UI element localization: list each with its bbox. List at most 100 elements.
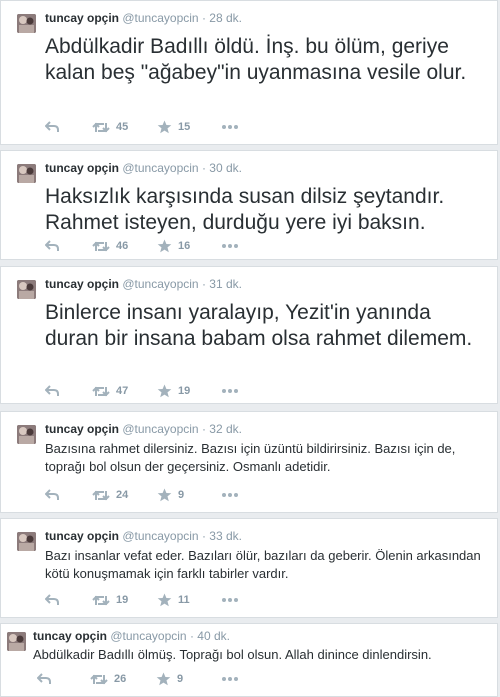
favorite-button[interactable]: 19 xyxy=(157,383,190,399)
user-handle[interactable]: @tuncayopcin xyxy=(122,277,198,291)
user-name[interactable]: tuncay opçin xyxy=(45,529,119,543)
more-button[interactable] xyxy=(222,592,238,608)
tweet[interactable]: tuncay opçin @tuncayopcin · 31 dk. Binle… xyxy=(0,266,498,404)
reply-icon xyxy=(45,240,59,251)
user-name[interactable]: tuncay opçin xyxy=(45,422,119,436)
tweet-text: Abdülkadir Badıllı ölmüş. Toprağı bol ol… xyxy=(33,647,432,662)
tweet-header: tuncay opçin @tuncayopcin · 28 dk. xyxy=(45,11,242,26)
retweet-button[interactable]: 26 xyxy=(90,671,126,687)
retweet-count: 26 xyxy=(114,673,127,685)
timestamp[interactable]: 40 dk. xyxy=(197,629,230,643)
favorite-count: 9 xyxy=(177,673,184,685)
reply-icon xyxy=(37,673,51,684)
more-button[interactable] xyxy=(222,119,238,135)
retweet-icon xyxy=(92,595,110,605)
favorite-button[interactable]: 11 xyxy=(157,592,190,608)
user-name[interactable]: tuncay opçin xyxy=(45,277,119,291)
retweet-button[interactable]: 47 xyxy=(92,383,128,399)
timestamp[interactable]: 28 dk. xyxy=(209,11,242,25)
tweet-actions: 24 9 xyxy=(1,487,497,503)
retweet-icon xyxy=(92,490,110,500)
reply-button[interactable] xyxy=(37,671,51,687)
retweet-button[interactable]: 45 xyxy=(92,119,128,135)
user-name[interactable]: tuncay opçin xyxy=(33,629,107,643)
favorite-button[interactable]: 9 xyxy=(157,487,184,503)
avatar[interactable] xyxy=(7,632,26,651)
tweet[interactable]: tuncay opçin @tuncayopcin · 40 dk. Abdül… xyxy=(0,623,498,697)
user-name[interactable]: tuncay opçin xyxy=(45,161,119,175)
avatar[interactable] xyxy=(17,164,36,183)
reply-button[interactable] xyxy=(45,238,59,254)
avatar[interactable] xyxy=(17,14,36,33)
retweet-button[interactable]: 19 xyxy=(92,592,128,608)
favorite-button[interactable]: 9 xyxy=(156,671,183,687)
retweet-count: 47 xyxy=(116,385,129,397)
retweet-icon xyxy=(90,674,108,684)
tweet-text: Haksızlık karşısında susan dilsiz şeytan… xyxy=(45,185,445,234)
favorite-button[interactable]: 16 xyxy=(157,238,190,254)
tweet-actions: 26 9 xyxy=(1,671,497,687)
reply-button[interactable] xyxy=(45,119,59,135)
retweet-count: 24 xyxy=(116,489,129,501)
tweet-header: tuncay opçin @tuncayopcin · 32 dk. xyxy=(45,422,242,437)
tweet[interactable]: tuncay opçin @tuncayopcin · 28 dk. Abdül… xyxy=(0,0,498,145)
avatar[interactable] xyxy=(17,425,36,444)
timestamp[interactable]: 32 dk. xyxy=(209,422,242,436)
retweet-button[interactable]: 24 xyxy=(92,487,128,503)
user-handle[interactable]: @tuncayopcin xyxy=(122,11,198,25)
reply-icon xyxy=(45,489,59,500)
favorite-count: 15 xyxy=(178,121,191,133)
tweet[interactable]: tuncay opçin @tuncayopcin · 33 dk. Bazı … xyxy=(0,518,498,618)
star-icon xyxy=(157,384,172,398)
more-dots-icon xyxy=(222,389,238,393)
avatar[interactable] xyxy=(17,532,36,551)
favorite-count: 19 xyxy=(178,385,191,397)
favorite-button[interactable]: 15 xyxy=(157,119,190,135)
retweet-count: 45 xyxy=(116,121,129,133)
favorite-count: 9 xyxy=(178,489,185,501)
star-icon xyxy=(157,488,172,502)
tweet-actions: 46 16 xyxy=(1,238,497,254)
tweet-actions: 47 19 xyxy=(1,383,497,399)
retweet-icon xyxy=(92,122,110,132)
separator: · xyxy=(201,277,206,291)
user-handle[interactable]: @tuncayopcin xyxy=(122,161,198,175)
favorite-count: 16 xyxy=(178,240,191,252)
tweet-feed: tuncay opçin @tuncayopcin · 28 dk. Abdül… xyxy=(0,0,500,697)
reply-button[interactable] xyxy=(45,592,59,608)
more-button[interactable] xyxy=(222,487,238,503)
star-icon xyxy=(157,120,172,134)
timestamp[interactable]: 31 dk. xyxy=(209,277,242,291)
timestamp[interactable]: 33 dk. xyxy=(209,529,242,543)
tweet-header: tuncay opçin @tuncayopcin · 31 dk. xyxy=(45,277,242,292)
star-icon xyxy=(157,239,172,253)
tweet-text: Bazı insanlar vefat eder. Bazıları ölür,… xyxy=(45,548,481,581)
more-button[interactable] xyxy=(222,671,238,687)
tweet-text: Binlerce insanı yaralayıp, Yezit'in yanı… xyxy=(45,301,473,350)
reply-button[interactable] xyxy=(45,487,59,503)
tweet[interactable]: tuncay opçin @tuncayopcin · 32 dk. Bazıs… xyxy=(0,411,498,513)
retweet-button[interactable]: 46 xyxy=(92,238,128,254)
reply-button[interactable] xyxy=(45,383,59,399)
tweet-text: Bazısına rahmet dilersiniz. Bazısı için … xyxy=(45,441,456,474)
user-name[interactable]: tuncay opçin xyxy=(45,11,119,25)
more-button[interactable] xyxy=(222,238,238,254)
tweet-actions: 19 11 xyxy=(1,592,497,608)
avatar[interactable] xyxy=(17,280,36,299)
star-icon xyxy=(157,593,172,607)
tweet-actions: 45 15 xyxy=(1,119,497,135)
more-dots-icon xyxy=(222,598,238,602)
separator: · xyxy=(201,11,206,25)
timestamp[interactable]: 30 dk. xyxy=(209,161,242,175)
user-handle[interactable]: @tuncayopcin xyxy=(122,422,198,436)
retweet-icon xyxy=(92,386,110,396)
tweet-text: Abdülkadir Badıllı öldü. İnş. bu ölüm, g… xyxy=(45,35,467,84)
user-handle[interactable]: @tuncayopcin xyxy=(122,529,198,543)
tweet[interactable]: tuncay opçin @tuncayopcin · 30 dk. Haksı… xyxy=(0,150,498,260)
separator: · xyxy=(201,161,206,175)
more-dots-icon xyxy=(222,677,238,681)
more-button[interactable] xyxy=(222,383,238,399)
reply-icon xyxy=(45,121,59,132)
separator: · xyxy=(189,629,194,643)
user-handle[interactable]: @tuncayopcin xyxy=(110,629,186,643)
